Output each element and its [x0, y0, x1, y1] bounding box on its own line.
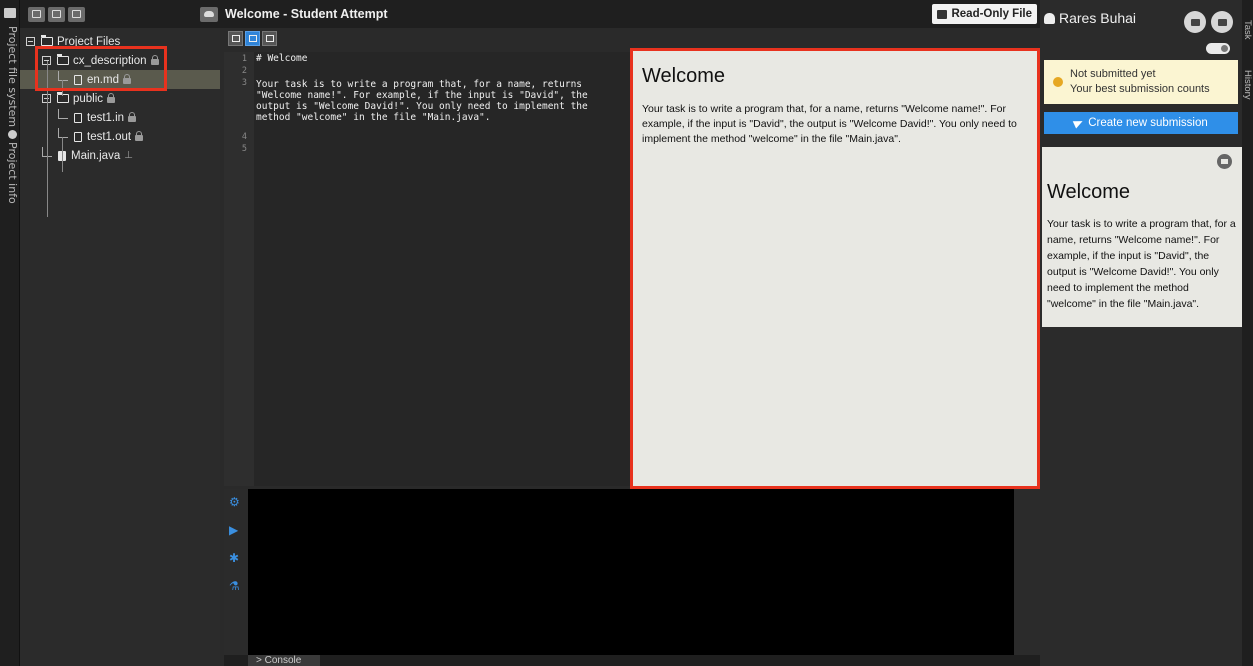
- collapse-icon[interactable]: [26, 37, 35, 46]
- tree-toolbar: [20, 0, 220, 28]
- warning-icon: [1053, 77, 1063, 87]
- tree-item-label: test1.out: [87, 130, 132, 143]
- info-icon: [7, 130, 17, 139]
- tree-item-main-java[interactable]: Main.java ⊥: [20, 146, 220, 165]
- send-icon: [1072, 117, 1085, 129]
- user-info: Rares Buhai: [1044, 10, 1136, 26]
- file-tree-panel: Project Files cx_description en.md publi…: [20, 0, 220, 666]
- tree-item-label: Main.java: [71, 149, 121, 162]
- code-line: method "welcome" in the file "Main.java"…: [256, 112, 491, 123]
- line-number: 3: [241, 78, 247, 88]
- tree-item-label: public: [73, 92, 104, 105]
- trash-icon: [72, 10, 81, 18]
- read-only-icon: [937, 9, 948, 19]
- file-icon: [74, 131, 82, 142]
- highlight-box: [35, 46, 167, 91]
- tab-project-info[interactable]: Project info: [1, 130, 19, 204]
- file-icon: [74, 112, 82, 123]
- user-icon: [1044, 12, 1055, 24]
- tree-branch: [58, 127, 68, 138]
- markdown-preview: Welcome Your task is to write a program …: [630, 48, 1040, 489]
- mail-button[interactable]: [1184, 11, 1206, 33]
- line-number: 4: [241, 132, 247, 142]
- tab-project-file-system[interactable]: Project file system: [1, 26, 19, 127]
- tree-item-label: test1.in: [87, 111, 125, 124]
- delete-button[interactable]: [68, 6, 85, 22]
- cloud-upload-button[interactable]: [200, 6, 218, 22]
- tree-branch: [58, 108, 68, 119]
- image-icon: [265, 35, 274, 42]
- tab-task[interactable]: Task: [1242, 20, 1253, 40]
- lock-icon: [128, 111, 137, 122]
- home-icon: [1217, 18, 1227, 26]
- code-line: "Welcome name!". For example, if the inp…: [256, 90, 588, 101]
- left-rail: Project file system Project info: [0, 0, 20, 666]
- task-sidebar: Rares Buhai Not submitted yet Your best …: [1040, 0, 1242, 666]
- task-description: Welcome Your task is to write a program …: [1042, 147, 1242, 327]
- line-number: 5: [241, 144, 247, 154]
- create-submission-button[interactable]: Create new submission: [1044, 112, 1238, 134]
- list-icon: [231, 35, 240, 42]
- line-number: 1: [241, 54, 247, 64]
- preview-body: Your task is to write a program that, fo…: [642, 103, 1017, 145]
- print-icon[interactable]: [1217, 154, 1232, 169]
- lock-icon: [107, 92, 116, 103]
- tree-item-test1-out[interactable]: test1.out: [20, 127, 220, 146]
- create-submission-label: Create new submission: [1088, 117, 1208, 129]
- terminal-scrollbar[interactable]: [1014, 489, 1040, 655]
- code-line: # Welcome: [256, 53, 308, 64]
- line-gutter: 1 2 3 4 5: [224, 52, 254, 486]
- read-only-badge: Read-Only File: [932, 4, 1037, 24]
- tree-item-test1-in[interactable]: test1.in: [20, 108, 220, 127]
- mail-icon: [1190, 18, 1200, 26]
- editor-header: Welcome - Student Attempt Read-Only File: [200, 0, 1040, 28]
- tab-history[interactable]: History: [1242, 70, 1253, 100]
- tree-guide-line: [62, 137, 63, 172]
- code-line: output is "Welcome David!". You only nee…: [256, 101, 588, 112]
- folder-icon: [32, 10, 41, 18]
- run-icon[interactable]: ▶: [229, 523, 238, 537]
- right-rail: Task History: [1242, 0, 1253, 666]
- folder-open-icon: [57, 92, 69, 103]
- terminal-output[interactable]: [248, 489, 1014, 655]
- editor-title: Welcome - Student Attempt: [225, 7, 388, 21]
- task-heading: Welcome: [1047, 181, 1130, 203]
- new-file-button[interactable]: [48, 6, 65, 22]
- folder-icon[interactable]: [4, 8, 16, 18]
- new-folder-button[interactable]: [28, 6, 45, 22]
- tab-project-info-label: Project info: [6, 142, 19, 204]
- editor-mode-bar: [228, 31, 277, 49]
- tree-item-public[interactable]: public: [20, 89, 220, 108]
- code-editor[interactable]: 1 2 3 4 5 # Welcome Your task is to writ…: [224, 52, 632, 486]
- lock-icon: [135, 130, 144, 141]
- notice-title: Not submitted yet: [1070, 68, 1156, 80]
- file-icon: [52, 10, 61, 18]
- notice-subtitle: Your best submission counts: [1070, 83, 1210, 95]
- task-body: Your task is to write a program that, fo…: [1047, 218, 1236, 310]
- home-button[interactable]: [1211, 11, 1233, 33]
- pin-icon: ⊥: [124, 150, 133, 161]
- settings-icon[interactable]: ⚙: [229, 495, 240, 509]
- code-mode-button[interactable]: [228, 31, 243, 46]
- user-name: Rares Buhai: [1059, 10, 1137, 26]
- console-tab[interactable]: > Console: [248, 655, 320, 666]
- columns-icon: [248, 35, 257, 42]
- folder-open-icon: [41, 35, 53, 46]
- preview-heading: Welcome: [642, 65, 725, 87]
- code-line: Your task is to write a program that, fo…: [256, 79, 583, 90]
- flask-icon[interactable]: ⚗: [229, 579, 240, 593]
- split-mode-button[interactable]: [245, 31, 260, 46]
- run-toolbar: ⚙ ▶ ✱ ⚗: [224, 489, 248, 655]
- preview-mode-button[interactable]: [262, 31, 277, 46]
- bug-icon[interactable]: ✱: [229, 551, 239, 565]
- read-only-label: Read-Only File: [951, 8, 1032, 20]
- submission-notice: Not submitted yet Your best submission c…: [1044, 60, 1238, 104]
- line-number: 2: [241, 66, 247, 76]
- console-bar: [224, 655, 1040, 666]
- theme-toggle[interactable]: [1206, 43, 1230, 54]
